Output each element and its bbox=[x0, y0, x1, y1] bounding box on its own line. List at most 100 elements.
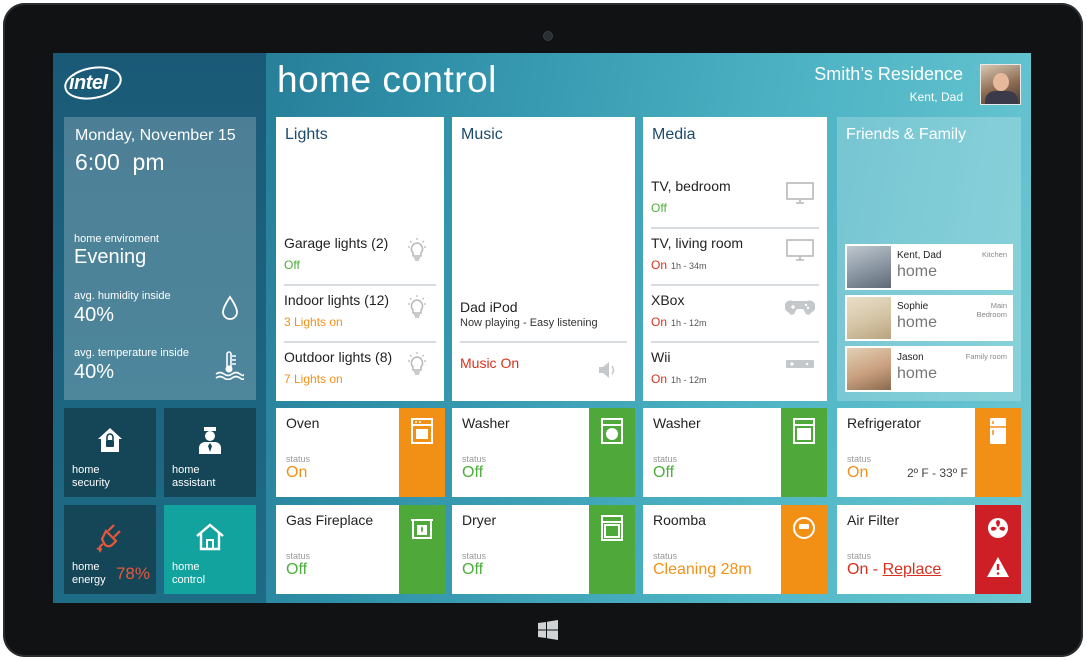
tv-icon bbox=[786, 239, 814, 261]
lights-title: Lights bbox=[285, 126, 328, 143]
media-card[interactable]: Media TV, bedroom Off TV, living room On… bbox=[643, 117, 827, 401]
environment-panel: Monday, November 15 6:00 pm home envirom… bbox=[64, 117, 256, 400]
light-name: Indoor lights (12) bbox=[284, 292, 390, 308]
status-label: status bbox=[286, 454, 311, 464]
device-status: On bbox=[286, 464, 308, 481]
status-label: status bbox=[286, 551, 311, 561]
friend-name: Kent, Dad bbox=[897, 250, 942, 261]
home-control-label: home control bbox=[172, 561, 206, 586]
user-name: Kent, Dad bbox=[909, 90, 963, 104]
windows-icon[interactable] bbox=[538, 620, 558, 640]
residence-name: Smith’s Residence bbox=[814, 64, 963, 84]
home-assistant-label: home assistant bbox=[172, 464, 216, 489]
home-assistant-tile[interactable]: home assistant bbox=[164, 408, 256, 497]
device-name: Roomba bbox=[653, 512, 706, 528]
list-item[interactable]: Garage lights (2) Off bbox=[284, 229, 436, 286]
media-title: Media bbox=[652, 126, 696, 143]
bulb-icon bbox=[408, 238, 426, 261]
status-label: status bbox=[462, 454, 487, 464]
refrigerator-tile[interactable]: Refrigerator status On 2º F - 33º F bbox=[837, 408, 1021, 497]
drop-icon bbox=[222, 295, 238, 320]
home-security-tile[interactable]: home security bbox=[64, 408, 156, 497]
friend-card[interactable]: Jason home Family room bbox=[845, 346, 1013, 392]
avatar[interactable] bbox=[980, 64, 1021, 105]
air-filter-tile[interactable]: Air Filter status On - Replace bbox=[837, 505, 1021, 594]
friend-photo bbox=[847, 297, 891, 339]
gamepad-icon bbox=[785, 300, 815, 315]
music-status-row[interactable]: Music On bbox=[460, 349, 627, 406]
status-strip bbox=[589, 505, 635, 594]
friend-card[interactable]: Sophie home Main Bedroom bbox=[845, 295, 1013, 341]
light-status: 7 Lights on bbox=[284, 372, 343, 386]
status-label: status bbox=[653, 454, 678, 464]
light-name: Garage lights (2) bbox=[284, 235, 389, 251]
device-status: On bbox=[847, 464, 869, 481]
light-status: Off bbox=[284, 258, 300, 272]
replace-link[interactable]: Replace bbox=[883, 561, 942, 578]
dryer-icon bbox=[601, 515, 623, 541]
washer-icon bbox=[601, 418, 623, 444]
list-item[interactable]: TV, living room On 1h - 34m bbox=[651, 229, 819, 286]
logo-text: intel bbox=[69, 72, 108, 94]
music-title: Music bbox=[461, 126, 503, 143]
list-item[interactable]: Wii On 1h - 12m bbox=[651, 343, 819, 400]
lights-card[interactable]: Lights Garage lights (2) Off Indoor ligh… bbox=[276, 117, 444, 401]
dryer-tile[interactable]: Dryer status Off bbox=[452, 505, 635, 594]
fireplace-icon bbox=[411, 519, 433, 539]
home-energy-label: home energy bbox=[72, 561, 106, 586]
status-strip bbox=[781, 505, 827, 594]
fan-icon bbox=[988, 518, 1008, 538]
status-label: status bbox=[847, 551, 872, 561]
warning-icon bbox=[987, 557, 1009, 577]
list-item[interactable]: XBox On 1h - 12m bbox=[651, 286, 819, 343]
now-playing: Now playing - Easy listening bbox=[460, 317, 598, 329]
device-status-line: On - Replace bbox=[847, 561, 941, 579]
friends-title: Friends & Family bbox=[846, 126, 967, 143]
media-status: Off bbox=[651, 201, 667, 215]
temperature-value: 40% bbox=[74, 361, 115, 383]
washer-icon bbox=[793, 418, 815, 444]
friend-photo bbox=[847, 246, 891, 288]
device-status: Off bbox=[462, 464, 484, 481]
device-name: Refrigerator bbox=[847, 415, 921, 431]
status-label: status bbox=[653, 551, 678, 561]
device-name: Washer bbox=[653, 415, 701, 431]
friend-card[interactable]: Kent, Dad home Kitchen bbox=[845, 244, 1013, 290]
device-name: Air Filter bbox=[847, 512, 900, 528]
humidity-label: avg. humidity inside bbox=[74, 290, 171, 302]
gas-fireplace-tile[interactable]: Gas Fireplace status Off bbox=[276, 505, 445, 594]
music-device-row[interactable]: Dad iPod Now playing - Easy listening bbox=[460, 293, 627, 343]
status-label: status bbox=[847, 454, 872, 464]
oven-tile[interactable]: Oven status On bbox=[276, 408, 445, 497]
status-strip bbox=[399, 505, 445, 594]
list-item[interactable]: TV, bedroom Off bbox=[651, 172, 819, 229]
washer-tile[interactable]: Washer status Off bbox=[452, 408, 635, 497]
device-status: On bbox=[847, 561, 869, 578]
device-status: Off bbox=[462, 561, 484, 578]
energy-value: 78% bbox=[115, 564, 150, 583]
media-duration: 1h - 12m bbox=[671, 318, 707, 328]
media-name: XBox bbox=[651, 292, 685, 308]
friend-room: Kitchen bbox=[981, 250, 1007, 259]
home-energy-tile[interactable]: home energy 78% bbox=[64, 505, 156, 594]
environment-label: home enviroment bbox=[74, 233, 159, 245]
status-label: status bbox=[462, 551, 487, 561]
list-item[interactable]: Indoor lights (12) 3 Lights on bbox=[284, 286, 436, 343]
home-control-tile[interactable]: home control bbox=[164, 505, 256, 594]
music-card[interactable]: Music Dad iPod Now playing - Easy listen… bbox=[452, 117, 635, 401]
time-text: 6:00 pm bbox=[75, 149, 165, 175]
music-status: Music On bbox=[460, 355, 520, 371]
friend-status: home bbox=[897, 365, 938, 382]
washer-tile[interactable]: Washer status Off bbox=[643, 408, 827, 497]
roomba-icon bbox=[793, 517, 815, 539]
temperature-label: avg. temperature inside bbox=[74, 347, 189, 359]
media-name: TV, living room bbox=[651, 235, 744, 251]
media-name: Wii bbox=[651, 349, 671, 365]
tv-icon bbox=[786, 182, 814, 204]
status-strip bbox=[975, 505, 1021, 594]
device-status: Off bbox=[286, 561, 308, 578]
list-item[interactable]: Outdoor lights (8) 7 Lights on bbox=[284, 343, 436, 400]
light-status: 3 Lights on bbox=[284, 315, 343, 329]
home-security-label: home security bbox=[72, 464, 110, 489]
roomba-tile[interactable]: Roomba status Cleaning 28m bbox=[643, 505, 827, 594]
